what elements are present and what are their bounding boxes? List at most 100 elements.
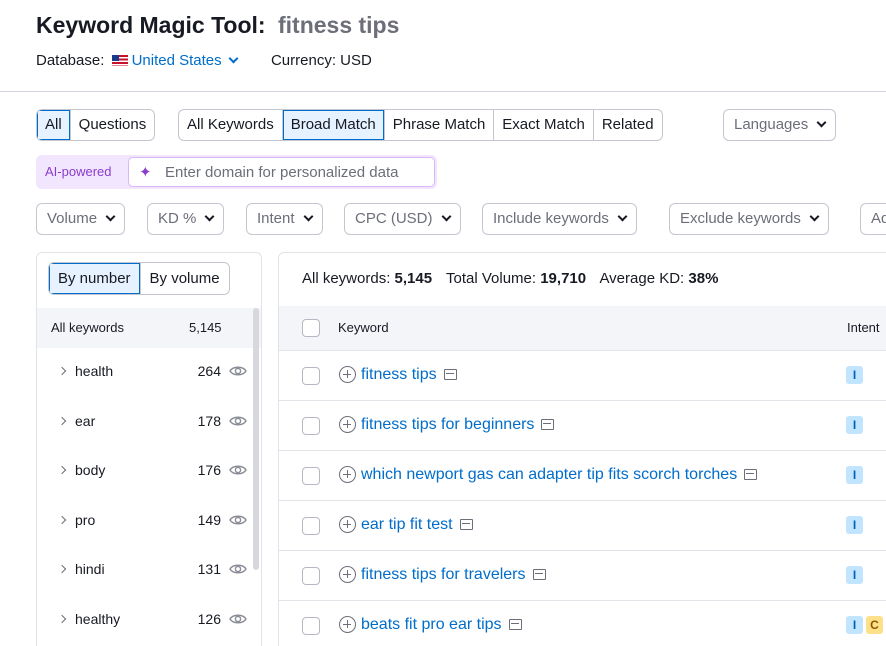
groups-scrollbar[interactable] <box>253 308 259 570</box>
chevron-right-icon[interactable] <box>57 564 67 574</box>
include-keywords-filter[interactable]: Include keywords <box>482 203 637 235</box>
chevron-right-icon[interactable] <box>57 416 67 426</box>
domain-input-placeholder: Enter domain for personalized data <box>165 164 399 181</box>
keyword-text: fitness tips for beginners <box>361 416 535 433</box>
exclude-keywords-filter[interactable]: Exclude keywords <box>669 203 829 235</box>
languages-label: Languages <box>734 116 809 133</box>
keyword-results-panel: All keywords: 5,145 Total Volume: 19,710… <box>278 252 886 646</box>
advanced-filter[interactable]: Ad <box>860 203 886 235</box>
intent-badge: C <box>866 616 883 634</box>
tab-all-keywords[interactable]: All Keywords <box>179 110 283 140</box>
serp-icon[interactable] <box>443 369 457 380</box>
serp-icon[interactable] <box>508 619 522 630</box>
kd-filter[interactable]: KD % <box>147 203 225 235</box>
volume-filter[interactable]: Volume <box>36 203 126 235</box>
keyword-link[interactable]: which newport gas can adapter tip fits s… <box>361 466 758 484</box>
database-label: Database: <box>36 52 105 69</box>
row-checkbox[interactable] <box>302 617 320 635</box>
group-item[interactable]: body 176 <box>37 448 255 497</box>
cpc-filter[interactable]: CPC (USD) <box>344 203 461 235</box>
serp-icon[interactable] <box>532 569 546 580</box>
eye-icon[interactable] <box>229 560 247 578</box>
eye-icon[interactable] <box>229 362 247 380</box>
eye-icon[interactable] <box>229 412 247 430</box>
database-line: Database: United States Currency: USD <box>36 52 372 69</box>
plus-circle-icon[interactable] <box>339 466 356 483</box>
tool-name: Keyword Magic Tool: <box>36 12 266 38</box>
database-value: United States <box>131 52 222 69</box>
tab-all[interactable]: All <box>37 110 71 140</box>
tab-exact-match[interactable]: Exact Match <box>494 110 594 140</box>
group-count: 5,145 <box>189 320 222 335</box>
group-count: 264 <box>197 363 221 379</box>
filter-label: Exclude keywords <box>680 210 801 227</box>
filter-label: CPC (USD) <box>355 210 433 227</box>
row-checkbox[interactable] <box>302 517 320 535</box>
group-count: 126 <box>197 611 221 627</box>
intent-filter[interactable]: Intent <box>246 203 323 235</box>
ai-personalization: AI-powered ✦ Enter domain for personaliz… <box>36 155 437 189</box>
keyword-link[interactable]: fitness tips <box>361 366 457 384</box>
chevron-right-icon[interactable] <box>57 614 67 624</box>
languages-dropdown[interactable]: Languages <box>723 109 837 141</box>
by-volume-button[interactable]: By volume <box>141 263 229 294</box>
database-selector[interactable]: United States <box>109 52 241 69</box>
keyword-link[interactable]: ear tip fit test <box>361 516 473 534</box>
intent-badge: I <box>846 516 863 534</box>
tab-related[interactable]: Related <box>594 110 662 140</box>
group-item[interactable]: health 264 <box>37 349 255 398</box>
intent-badge: I <box>846 616 863 634</box>
chevron-right-icon[interactable] <box>57 366 67 376</box>
page-header: Keyword Magic Tool: fitness tips Databas… <box>0 0 886 92</box>
group-sort-toggle: By number By volume <box>48 262 230 295</box>
row-checkbox[interactable] <box>302 567 320 585</box>
select-all-checkbox[interactable] <box>302 319 320 337</box>
group-count: 178 <box>197 413 221 429</box>
group-item[interactable]: hindi 131 <box>37 547 255 596</box>
keyword-text: which newport gas can adapter tip fits s… <box>361 466 738 483</box>
intent-badge: I <box>846 416 863 434</box>
plus-circle-icon[interactable] <box>339 566 356 583</box>
serp-icon[interactable] <box>541 419 555 430</box>
keyword-link[interactable]: fitness tips for travelers <box>361 566 546 584</box>
column-keyword[interactable]: Keyword <box>338 320 389 335</box>
group-item[interactable]: ear 178 <box>37 399 255 448</box>
keyword-link[interactable]: fitness tips for beginners <box>361 416 555 434</box>
table-row: ear tip fit test I <box>279 501 886 551</box>
group-item[interactable]: pro 149 <box>37 498 255 547</box>
eye-icon[interactable] <box>229 511 247 529</box>
row-checkbox[interactable] <box>302 417 320 435</box>
table-row: which newport gas can adapter tip fits s… <box>279 451 886 501</box>
column-intent[interactable]: Intent <box>847 320 880 335</box>
row-checkbox[interactable] <box>302 467 320 485</box>
all-keywords-group[interactable]: All keywords 5,145 <box>37 308 261 348</box>
keyword-text: beats fit pro ear tips <box>361 616 502 633</box>
tab-questions[interactable]: Questions <box>71 110 155 140</box>
plus-circle-icon[interactable] <box>339 516 356 533</box>
chevron-right-icon[interactable] <box>57 465 67 475</box>
chevron-down-icon <box>816 117 827 128</box>
domain-input[interactable]: ✦ Enter domain for personalized data <box>128 157 435 187</box>
us-flag-icon <box>111 55 128 66</box>
table-row: beats fit pro ear tips I C <box>279 601 886 646</box>
chevron-right-icon[interactable] <box>57 515 67 525</box>
tab-broad-match[interactable]: Broad Match <box>282 110 385 140</box>
keyword-link[interactable]: beats fit pro ear tips <box>361 616 522 634</box>
by-number-button[interactable]: By number <box>49 263 141 294</box>
table-row: fitness tips I <box>279 351 886 401</box>
serp-icon[interactable] <box>744 469 758 480</box>
eye-icon[interactable] <box>229 610 247 628</box>
group-item[interactable]: healthy 126 <box>37 597 255 646</box>
group-label: All keywords <box>51 320 124 335</box>
plus-circle-icon[interactable] <box>339 366 356 383</box>
tab-phrase-match[interactable]: Phrase Match <box>385 110 495 140</box>
chevron-down-icon <box>441 211 451 222</box>
plus-circle-icon[interactable] <box>339 416 356 433</box>
serp-icon[interactable] <box>459 519 473 530</box>
eye-icon[interactable] <box>229 461 247 479</box>
group-label: body <box>75 462 106 478</box>
row-checkbox[interactable] <box>302 367 320 385</box>
plus-circle-icon[interactable] <box>339 616 356 633</box>
match-type-tabs: All Keywords Broad Match Phrase Match Ex… <box>178 109 663 141</box>
chevron-down-icon <box>303 211 313 222</box>
